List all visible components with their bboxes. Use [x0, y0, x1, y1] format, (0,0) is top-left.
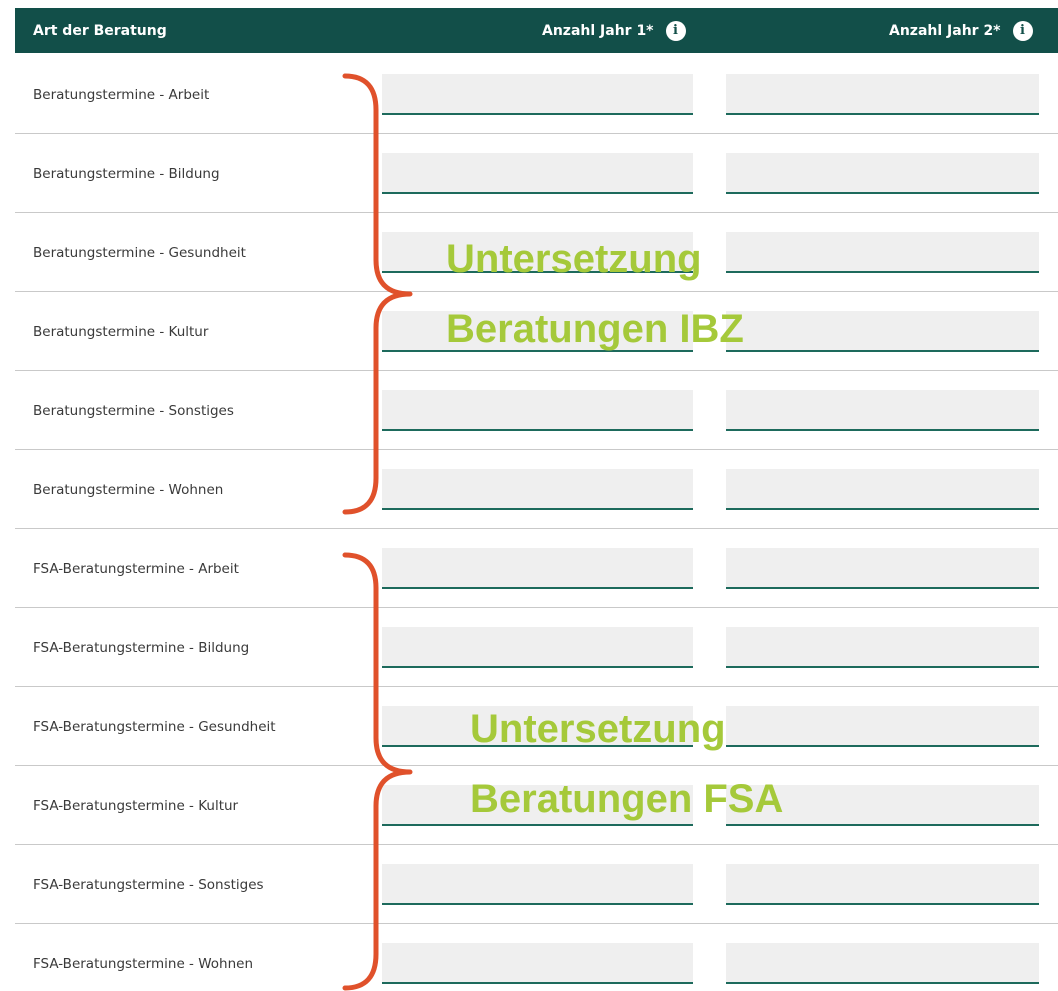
brace-fsa [342, 552, 413, 991]
table-body: Beratungstermine - Arbeit Beratungstermi… [15, 55, 1058, 991]
year1-input[interactable] [382, 943, 693, 984]
info-icon[interactable]: i [665, 20, 686, 41]
year2-input[interactable] [726, 390, 1039, 431]
header-col-year2: Anzahl Jahr 2* i [889, 8, 1033, 53]
info-icon[interactable]: i [1012, 20, 1033, 41]
header-col-year2-label: Anzahl Jahr 2* [889, 22, 1001, 39]
year2-input[interactable] [726, 943, 1039, 984]
annotation-ibz: Untersetzung Beratungen IBZ [446, 224, 744, 364]
table-row: Beratungstermine - Sonstiges [15, 371, 1058, 450]
row-label: FSA-Beratungstermine - Sonstiges [33, 876, 264, 893]
brace-ibz [342, 73, 413, 515]
year2-input[interactable] [726, 548, 1039, 589]
row-label: FSA-Beratungstermine - Gesundheit [33, 718, 276, 735]
annotation-ibz-line1: Untersetzung [446, 237, 702, 281]
row-label: FSA-Beratungstermine - Bildung [33, 639, 250, 656]
annotation-fsa: Untersetzung Beratungen FSA [470, 694, 783, 834]
row-label: Beratungstermine - Bildung [33, 165, 220, 182]
table-row: FSA-Beratungstermine - Wohnen [15, 924, 1058, 991]
year1-input[interactable] [382, 864, 693, 905]
annotation-fsa-line1: Untersetzung [470, 707, 726, 751]
row-label: Beratungstermine - Gesundheit [33, 244, 246, 261]
header-col-type-label: Art der Beratung [33, 22, 167, 39]
table-row: FSA-Beratungstermine - Arbeit [15, 529, 1058, 608]
row-label: Beratungstermine - Sonstiges [33, 402, 234, 419]
year2-input[interactable] [726, 232, 1039, 273]
year1-input[interactable] [382, 390, 693, 431]
year2-input[interactable] [726, 74, 1039, 115]
year1-input[interactable] [382, 627, 693, 668]
year2-input[interactable] [726, 469, 1039, 510]
header-col-type: Art der Beratung [33, 8, 167, 53]
year2-input[interactable] [726, 153, 1039, 194]
year1-input[interactable] [382, 153, 693, 194]
year2-input[interactable] [726, 311, 1039, 352]
table-row: Beratungstermine - Bildung [15, 134, 1058, 213]
year2-input[interactable] [726, 864, 1039, 905]
row-label: FSA-Beratungstermine - Kultur [33, 797, 239, 814]
row-label: FSA-Beratungstermine - Arbeit [33, 560, 239, 577]
annotation-ibz-line2: Beratungen IBZ [446, 307, 744, 351]
table-header: Art der Beratung Anzahl Jahr 1* i Anzahl… [15, 8, 1058, 53]
table-row: Beratungstermine - Wohnen [15, 450, 1058, 529]
row-label: Beratungstermine - Kultur [33, 323, 209, 340]
table-row: FSA-Beratungstermine - Sonstiges [15, 845, 1058, 924]
row-label: FSA-Beratungstermine - Wohnen [33, 955, 253, 972]
table-row: Beratungstermine - Arbeit [15, 55, 1058, 134]
form-page: Art der Beratung Anzahl Jahr 1* i Anzahl… [0, 0, 1058, 991]
table-row: FSA-Beratungstermine - Bildung [15, 608, 1058, 687]
year1-input[interactable] [382, 74, 693, 115]
year1-input[interactable] [382, 548, 693, 589]
annotation-fsa-line2: Beratungen FSA [470, 777, 784, 821]
row-label: Beratungstermine - Arbeit [33, 86, 210, 103]
year1-input[interactable] [382, 469, 693, 510]
header-col-year1-label: Anzahl Jahr 1* [542, 22, 654, 39]
year2-input[interactable] [726, 627, 1039, 668]
row-label: Beratungstermine - Wohnen [33, 481, 224, 498]
header-col-year1: Anzahl Jahr 1* i [542, 8, 686, 53]
